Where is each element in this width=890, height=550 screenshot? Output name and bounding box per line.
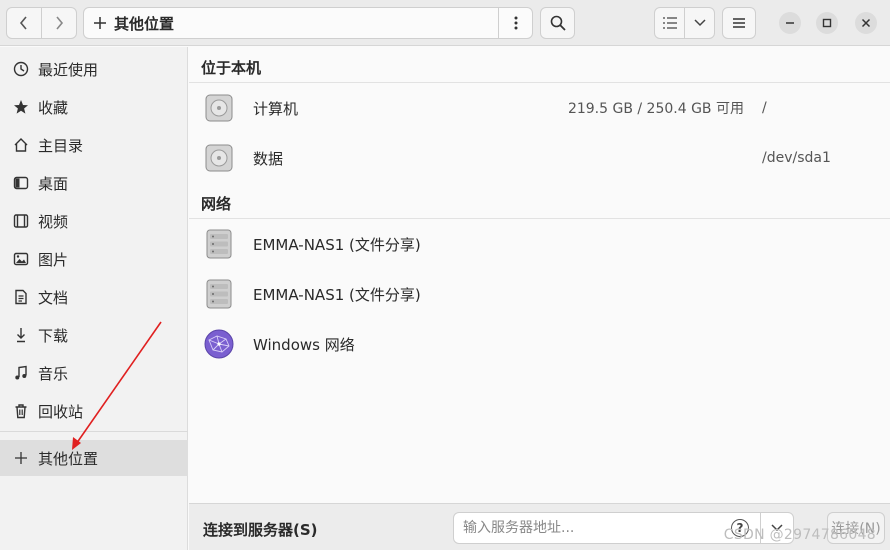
sidebar-item-downloads[interactable]: 下载 — [0, 317, 188, 353]
maximize-icon — [822, 18, 832, 28]
location-row-data[interactable]: 数据 /dev/sda1 — [189, 134, 890, 182]
star-icon — [13, 99, 29, 115]
view-options-button[interactable] — [684, 8, 714, 38]
sidebar-item-pictures[interactable]: 图片 — [0, 241, 188, 277]
location-name: EMMA-NAS1 (文件分享) — [253, 235, 421, 254]
search-button[interactable] — [540, 7, 575, 39]
film-icon — [13, 213, 29, 229]
forward-button[interactable] — [41, 8, 76, 38]
sidebar-item-desktop[interactable]: 桌面 — [0, 165, 188, 201]
section-title-network: 网络 — [201, 195, 232, 213]
plus-icon — [13, 450, 29, 466]
sidebar-item-label: 下载 — [38, 326, 69, 345]
hard-drive-icon — [205, 144, 233, 172]
location-name: EMMA-NAS1 (文件分享) — [253, 285, 421, 304]
home-icon — [13, 137, 29, 153]
watermark: CSDN @2974786048 — [723, 527, 876, 543]
sidebar-item-label: 文档 — [38, 288, 69, 307]
back-button[interactable] — [7, 8, 41, 38]
clock-icon — [13, 61, 29, 77]
network-row-nas-1[interactable]: EMMA-NAS1 (文件分享) — [189, 220, 890, 268]
sidebar-item-label: 视频 — [38, 212, 69, 231]
location-row-computer[interactable]: 计算机 219.5 GB / 250.4 GB 可用 / — [189, 84, 890, 132]
sidebar-item-label: 桌面 — [38, 174, 69, 193]
network-server-icon — [206, 229, 232, 259]
sidebar-item-home[interactable]: 主目录 — [0, 127, 188, 163]
path-menu-button[interactable] — [498, 8, 532, 38]
sidebar-item-documents[interactable]: 文档 — [0, 279, 188, 315]
chevron-right-icon — [56, 16, 64, 30]
sidebar-item-recent[interactable]: 最近使用 — [0, 51, 188, 87]
desktop-icon — [13, 175, 29, 191]
minimize-button[interactable] — [779, 12, 801, 34]
network-server-icon — [206, 279, 232, 309]
list-view-icon — [662, 17, 677, 29]
image-icon — [13, 251, 29, 267]
sidebar-divider — [0, 431, 188, 432]
header-bar: 其他位置 — [0, 0, 890, 46]
music-icon — [13, 365, 29, 381]
location-path: /dev/sda1 — [762, 150, 831, 166]
sidebar-item-label: 回收站 — [38, 402, 84, 421]
sidebar-item-label: 音乐 — [38, 364, 69, 383]
sidebar-item-label: 最近使用 — [38, 60, 99, 79]
location-name: Windows 网络 — [253, 335, 355, 354]
hamburger-menu-icon — [733, 18, 745, 28]
sidebar-item-music[interactable]: 音乐 — [0, 355, 188, 391]
path-crumb[interactable]: 其他位置 — [84, 13, 498, 34]
sidebar-item-videos[interactable]: 视频 — [0, 203, 188, 239]
chevron-down-icon — [693, 19, 706, 27]
download-icon — [13, 327, 29, 343]
path-bar[interactable]: 其他位置 — [83, 7, 533, 39]
section-divider — [189, 82, 890, 83]
location-name: 数据 — [253, 149, 284, 168]
section-divider — [189, 218, 890, 219]
network-globe-icon — [204, 329, 234, 359]
path-title: 其他位置 — [114, 14, 175, 33]
close-icon — [861, 18, 871, 28]
chevron-left-icon — [19, 16, 27, 30]
location-name: 计算机 — [253, 99, 299, 118]
view-toggle-group — [654, 7, 715, 39]
hard-drive-icon — [205, 94, 233, 122]
maximize-button[interactable] — [816, 12, 838, 34]
plus-icon — [94, 17, 106, 29]
main-menu-button[interactable] — [722, 7, 756, 39]
section-title-local: 位于本机 — [201, 59, 262, 77]
trash-icon — [13, 403, 29, 419]
navigation-buttons — [6, 7, 77, 39]
sidebar: 最近使用 收藏 主目录 桌面 视频 图片 文档 下载 音乐 回收站 其他位置 — [0, 47, 188, 550]
more-vertical-icon — [514, 16, 517, 30]
search-icon — [550, 15, 566, 31]
sidebar-item-starred[interactable]: 收藏 — [0, 89, 188, 125]
sidebar-item-label: 收藏 — [38, 98, 69, 117]
sidebar-item-trash[interactable]: 回收站 — [0, 393, 188, 429]
sidebar-item-label: 其他位置 — [38, 449, 99, 468]
close-button[interactable] — [855, 12, 877, 34]
location-capacity: 219.5 GB / 250.4 GB 可用 — [567, 101, 744, 117]
minimize-icon — [786, 22, 794, 24]
network-row-nas-2[interactable]: EMMA-NAS1 (文件分享) — [189, 270, 890, 318]
connect-to-server-label: 连接到服务器(S) — [203, 521, 318, 539]
document-icon — [13, 289, 29, 305]
location-path: / — [762, 100, 767, 116]
sidebar-item-label: 主目录 — [38, 136, 84, 155]
list-view-button[interactable] — [655, 8, 684, 38]
sidebar-item-label: 图片 — [38, 250, 69, 269]
network-row-windows[interactable]: Windows 网络 — [189, 320, 890, 368]
main-content: 位于本机 计算机 219.5 GB / 250.4 GB 可用 / 数据 /de… — [189, 47, 890, 503]
sidebar-item-other-locations[interactable]: 其他位置 — [0, 440, 188, 476]
